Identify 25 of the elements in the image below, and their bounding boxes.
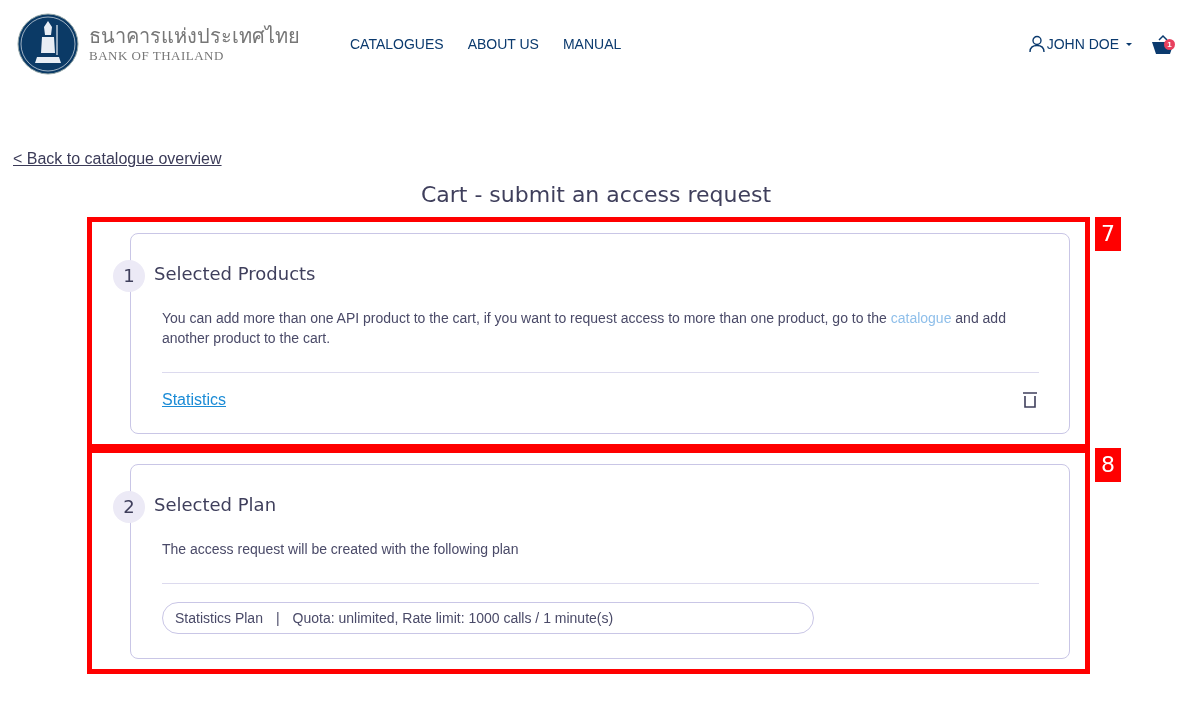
cart-button[interactable]: 1 (1151, 33, 1175, 55)
nav-link[interactable]: CATALOGUES (350, 36, 444, 52)
step-number: 1 (113, 260, 145, 292)
section-title: Selected Plan (154, 493, 278, 517)
user-menu[interactable]: JOHN DOE (1028, 35, 1137, 53)
nav-link[interactable]: MANUAL (562, 36, 622, 52)
plan-name: Statistics Plan (175, 610, 263, 626)
callout-number: 8 (1095, 448, 1121, 482)
user-icon (1028, 35, 1045, 53)
separator: | (275, 610, 280, 626)
nav-link[interactable]: ABOUT US (467, 36, 539, 52)
back-link[interactable]: < Back to catalogue overview (13, 150, 222, 168)
section-title: Selected Products (154, 262, 317, 286)
callout-number: 7 (1095, 217, 1121, 251)
trash-icon[interactable] (1021, 391, 1039, 409)
cart-count-badge: 1 (1164, 39, 1175, 50)
emblem-logo (17, 13, 79, 75)
logo-english-text: BANK OF THAILAND (89, 48, 225, 64)
step-number: 2 (113, 491, 145, 523)
info-paragraph: You can add more than one API product to the cart, if you want to request access to more than one product, go to the catalogue and add another product to the cart. (162, 309, 1007, 348)
info-paragraph: The access request will be created with the following plan (162, 540, 520, 559)
product-link[interactable]: Statistics (162, 391, 226, 409)
plan-details: Quota: unlimited, Rate limit: 1000 calls / 1 minute(s) (292, 610, 614, 626)
page-title: Cart - submit an access request (419, 182, 773, 207)
logo-thai-text: ธนาคารแห่งประเทศไทย (89, 24, 300, 48)
